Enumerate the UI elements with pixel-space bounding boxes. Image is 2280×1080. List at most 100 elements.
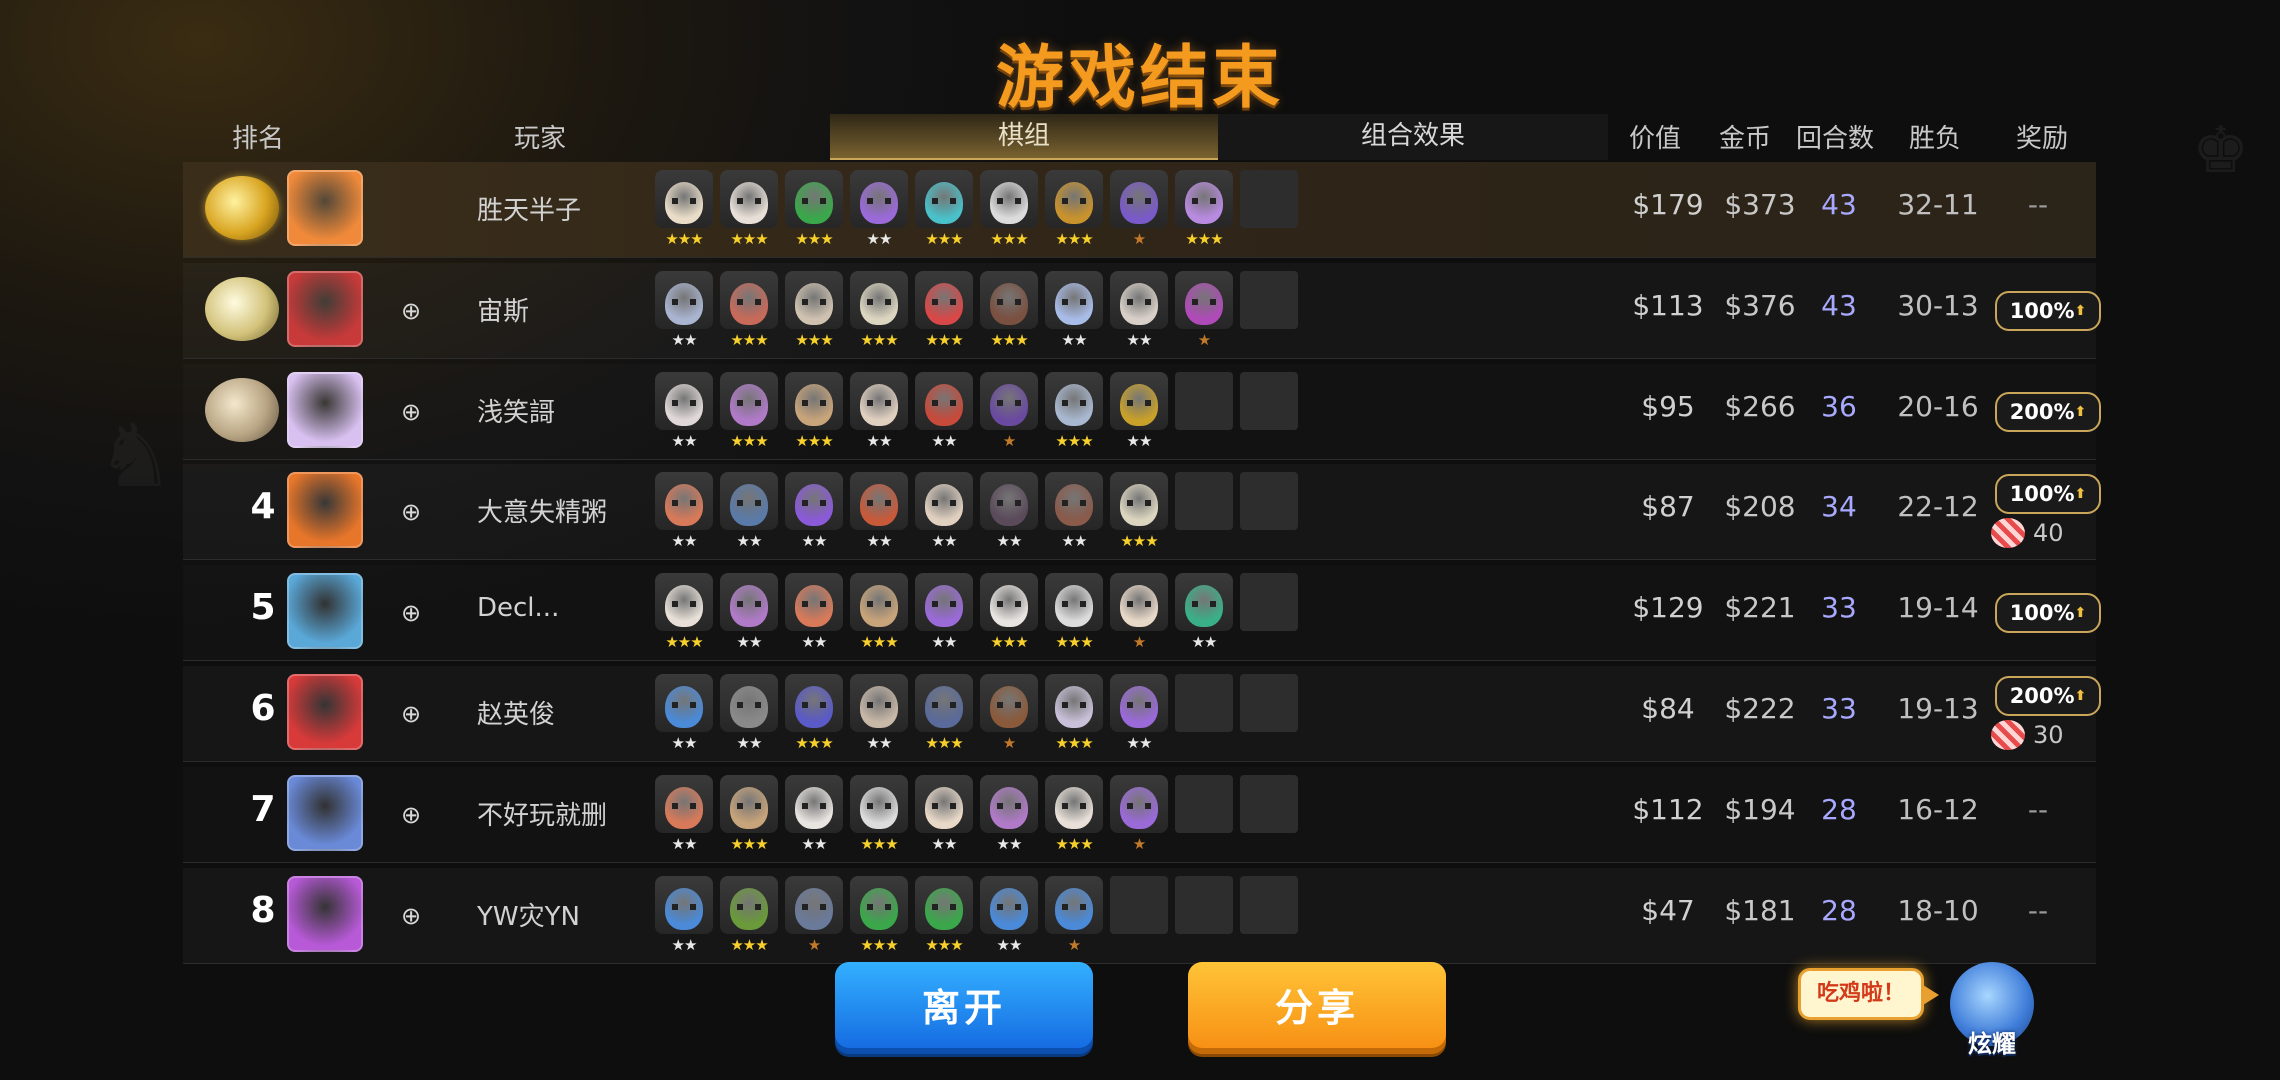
chess-piece-icon[interactable] xyxy=(655,472,713,530)
chess-piece-icon[interactable] xyxy=(850,775,908,833)
chess-piece-icon[interactable] xyxy=(850,674,908,732)
tab-synergy[interactable]: 组合效果 xyxy=(1218,114,1608,160)
add-friend-icon[interactable]: ⊕ xyxy=(396,599,426,627)
chess-piece-icon[interactable] xyxy=(785,674,843,732)
chess-piece-icon[interactable] xyxy=(915,573,973,631)
chess-piece-icon[interactable] xyxy=(980,876,1038,934)
chess-piece-icon[interactable] xyxy=(915,472,973,530)
chess-piece-icon[interactable] xyxy=(1045,573,1103,631)
chess-piece-icon[interactable] xyxy=(850,170,908,228)
reward-badge: 200%⬆ xyxy=(1995,676,2101,716)
chess-piece-icon[interactable] xyxy=(1110,271,1168,329)
share-button[interactable]: 分享 xyxy=(1188,962,1446,1054)
chess-piece-icon[interactable] xyxy=(1045,775,1103,833)
chess-piece-icon[interactable] xyxy=(1110,472,1168,530)
star-level: ★★★ xyxy=(795,230,833,248)
table-row: 胜天半子 ★★★ ★★★ ★★★ ★★ ★★★ ★★★ ★★★ ★ ★★★ $179 $373 43 32… xyxy=(183,162,2096,258)
avatar[interactable] xyxy=(287,271,363,347)
chess-piece-icon[interactable] xyxy=(785,573,843,631)
chess-piece-icon[interactable] xyxy=(1110,674,1168,732)
chess-piece-icon[interactable] xyxy=(1110,573,1168,631)
chess-piece-icon[interactable] xyxy=(915,674,973,732)
chess-piece-icon[interactable] xyxy=(655,674,713,732)
chess-piece-icon[interactable] xyxy=(850,271,908,329)
chess-piece-icon[interactable] xyxy=(980,372,1038,430)
chess-piece-icon[interactable] xyxy=(1110,372,1168,430)
candy-count: 30 xyxy=(2033,721,2064,749)
piece-eyes-icon xyxy=(737,702,761,708)
chess-piece-icon[interactable] xyxy=(720,472,778,530)
star-level: ★★★ xyxy=(860,331,898,349)
chess-piece-icon[interactable] xyxy=(1045,372,1103,430)
chess-piece-icon[interactable] xyxy=(915,271,973,329)
reward-percent: 200% xyxy=(2009,400,2075,424)
avatar[interactable] xyxy=(287,170,363,246)
add-friend-icon[interactable]: ⊕ xyxy=(396,498,426,526)
avatar[interactable] xyxy=(287,372,363,448)
chess-piece-icon[interactable] xyxy=(915,876,973,934)
chess-piece-icon[interactable] xyxy=(915,775,973,833)
chess-piece-icon[interactable] xyxy=(980,775,1038,833)
avatar[interactable] xyxy=(287,775,363,851)
table-row: 6 ⊕ 赵英俊 ★★ ★★ ★★★ ★★ ★★★ ★ ★★★ ★★ $84 $222 33 19-13 200… xyxy=(183,666,2101,762)
tab-lineup[interactable]: 棋组 xyxy=(830,114,1218,160)
chess-piece-icon[interactable] xyxy=(980,170,1038,228)
chess-piece-icon[interactable] xyxy=(980,271,1038,329)
chess-piece-icon[interactable] xyxy=(720,170,778,228)
chess-piece-icon[interactable] xyxy=(720,674,778,732)
avatar[interactable] xyxy=(287,472,363,548)
chess-piece-icon[interactable] xyxy=(1175,170,1233,228)
chess-piece-icon[interactable] xyxy=(850,372,908,430)
star-level: ★★ xyxy=(931,633,958,651)
chess-piece-icon[interactable] xyxy=(1045,472,1103,530)
chess-piece-icon[interactable] xyxy=(720,775,778,833)
avatar[interactable] xyxy=(287,674,363,750)
add-friend-icon[interactable]: ⊕ xyxy=(396,297,426,325)
chess-piece-icon[interactable] xyxy=(785,271,843,329)
leave-button[interactable]: 离开 xyxy=(835,962,1093,1054)
chess-piece-icon[interactable] xyxy=(1110,170,1168,228)
star-level: ★★★ xyxy=(795,432,833,450)
add-friend-icon[interactable]: ⊕ xyxy=(396,398,426,426)
chess-piece-icon[interactable] xyxy=(785,170,843,228)
chess-piece-icon[interactable] xyxy=(655,271,713,329)
chess-piece-icon[interactable] xyxy=(720,372,778,430)
add-friend-icon[interactable]: ⊕ xyxy=(396,700,426,728)
empty-slot xyxy=(1175,674,1233,732)
piece-eyes-icon xyxy=(1127,803,1151,809)
chess-piece-icon[interactable] xyxy=(785,775,843,833)
chess-piece-icon[interactable] xyxy=(720,876,778,934)
chess-piece-icon[interactable] xyxy=(785,876,843,934)
chess-piece-icon[interactable] xyxy=(850,573,908,631)
add-friend-icon[interactable]: ⊕ xyxy=(396,801,426,829)
chess-piece-icon[interactable] xyxy=(1110,775,1168,833)
add-friend-icon[interactable]: ⊕ xyxy=(396,902,426,930)
avatar[interactable] xyxy=(287,573,363,649)
chess-piece-icon[interactable] xyxy=(980,573,1038,631)
chess-piece-icon[interactable] xyxy=(1175,573,1233,631)
chess-piece-icon[interactable] xyxy=(720,271,778,329)
chess-piece-icon[interactable] xyxy=(720,573,778,631)
chess-piece-icon[interactable] xyxy=(1045,876,1103,934)
chess-piece-icon[interactable] xyxy=(655,170,713,228)
chess-piece-icon[interactable] xyxy=(980,472,1038,530)
chess-piece-icon[interactable] xyxy=(1045,674,1103,732)
chess-piece-icon[interactable] xyxy=(850,472,908,530)
chess-piece-icon[interactable] xyxy=(980,674,1038,732)
chess-piece-icon[interactable] xyxy=(655,775,713,833)
chess-piece-icon[interactable] xyxy=(655,372,713,430)
chess-piece-icon[interactable] xyxy=(1175,271,1233,329)
chess-piece-icon[interactable] xyxy=(915,372,973,430)
chess-piece-icon[interactable] xyxy=(915,170,973,228)
chess-piece-icon[interactable] xyxy=(1045,271,1103,329)
chess-piece-icon[interactable] xyxy=(655,573,713,631)
avatar[interactable] xyxy=(287,876,363,952)
chess-piece-icon[interactable] xyxy=(850,876,908,934)
piece-eyes-icon xyxy=(997,299,1021,305)
show-off-button[interactable]: 炫耀 xyxy=(1950,1024,2034,1059)
chess-piece-icon[interactable] xyxy=(1045,170,1103,228)
piece-eyes-icon xyxy=(867,601,891,607)
chess-piece-icon[interactable] xyxy=(785,472,843,530)
chess-piece-icon[interactable] xyxy=(655,876,713,934)
chess-piece-icon[interactable] xyxy=(785,372,843,430)
